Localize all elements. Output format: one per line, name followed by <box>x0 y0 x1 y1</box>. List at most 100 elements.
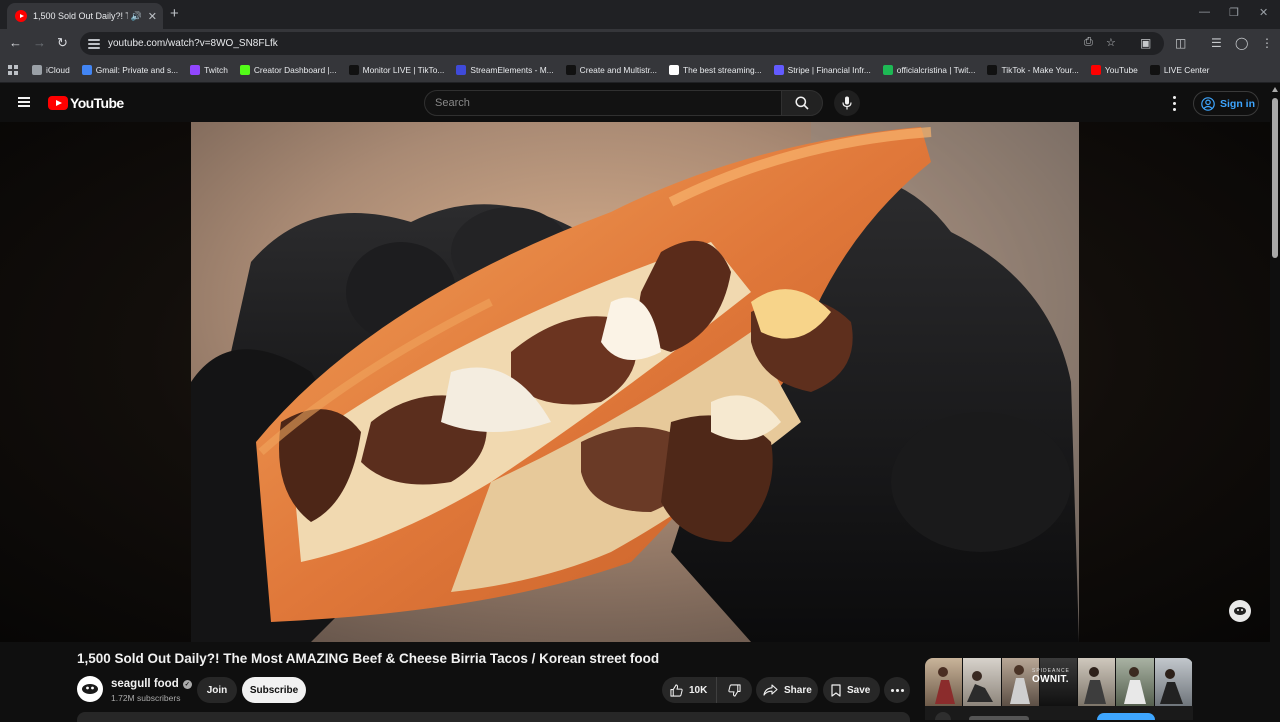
bookmark-item[interactable]: Gmail: Private and s... <box>81 65 178 75</box>
search-button[interactable] <box>781 90 823 116</box>
profile-icon[interactable]: ◯ <box>1235 36 1248 50</box>
like-button[interactable]: 10K <box>662 677 717 703</box>
companion-ad[interactable]: SPIDEANCE OWNIT. <box>925 658 1193 720</box>
share-button[interactable]: Share <box>756 677 818 703</box>
bookmark-item[interactable]: Creator Dashboard |... <box>239 65 337 75</box>
apple-icon <box>32 65 42 75</box>
site-info-icon[interactable] <box>88 38 100 49</box>
browser-tab-strip: 1,500 Sold Out Daily?! The M 🔊 ✕ + — ❐ ✕ <box>0 0 1280 29</box>
cast-icon[interactable]: ◫ <box>1175 36 1186 50</box>
address-bar[interactable]: youtube.com/watch?v=8WO_SN8FLfk <box>80 32 1164 55</box>
voice-search-button[interactable] <box>834 90 860 116</box>
apps-grid-icon[interactable] <box>8 65 18 75</box>
bookmark-item[interactable]: officialcristina | Twit... <box>882 65 976 75</box>
scroll-up-icon[interactable] <box>1272 87 1278 92</box>
bookmark-label: Twitch <box>204 65 228 75</box>
bookmarks-bar: iCloud Gmail: Private and s... Twitch Creat… <box>0 58 1280 83</box>
bookmark-label: Create and Multistr... <box>579 65 657 75</box>
extensions-icon[interactable]: ▣ <box>1140 36 1151 50</box>
forward-icon[interactable]: → <box>33 35 46 50</box>
bookmark-label: Monitor LIVE | TikTo... <box>362 65 445 75</box>
bookmark-item[interactable]: Create and Multistr... <box>565 65 657 75</box>
search-icon <box>795 96 809 110</box>
browser-tab[interactable]: 1,500 Sold Out Daily?! The M 🔊 ✕ <box>7 3 163 29</box>
minimize-icon[interactable]: — <box>1199 6 1210 18</box>
subscribe-button[interactable]: Subscribe <box>242 677 306 703</box>
bookmark-item[interactable]: Monitor LIVE | TikTo... <box>348 65 445 75</box>
browser-toolbar: ← → ↻ youtube.com/watch?v=8WO_SN8FLfk ⎙ … <box>0 29 1280 58</box>
guide-menu-icon[interactable] <box>18 97 30 107</box>
join-button[interactable]: Join <box>197 677 237 703</box>
advertiser-name-placeholder <box>969 716 1029 720</box>
ad-image-tile <box>1078 658 1117 706</box>
tab-title: 1,500 Sold Out Daily?! The M <box>33 11 128 21</box>
video-frame[interactable] <box>191 122 1079 642</box>
channel-avatar[interactable] <box>77 676 103 702</box>
ad-image-tile <box>1116 658 1155 706</box>
search-input[interactable] <box>435 97 755 109</box>
bookmark-label: TikTok - Make Your... <box>1001 65 1079 75</box>
dislike-button[interactable] <box>717 683 752 697</box>
description-box[interactable] <box>77 712 910 722</box>
save-label: Save <box>847 684 871 696</box>
advertiser-avatar[interactable] <box>935 712 951 720</box>
sign-in-button[interactable]: Sign in <box>1193 91 1259 116</box>
chrome-menu-icon[interactable]: ⋮ <box>1261 36 1273 50</box>
media-controls-icon[interactable]: ☰ <box>1211 36 1222 50</box>
video-thumbnail-tacos-image <box>191 122 1079 642</box>
search-box <box>424 90 782 116</box>
install-app-icon[interactable]: ⎙ <box>1084 36 1093 49</box>
video-player[interactable] <box>0 122 1270 642</box>
ad-brand-name: OWNIT. <box>1032 674 1069 685</box>
bookmark-star-icon[interactable]: ☆ <box>1106 36 1116 49</box>
twitch-green-icon <box>882 65 893 75</box>
youtube-icon <box>1090 65 1101 75</box>
bookmark-item[interactable]: iCloud <box>32 65 70 75</box>
stripe-icon <box>773 65 784 75</box>
bookmark-item[interactable]: LIVE Center <box>1149 65 1210 75</box>
youtube-logo[interactable]: YouTube <box>48 95 124 111</box>
speaker-icon[interactable]: 🔊 <box>131 11 142 22</box>
bookmark-label: LIVE Center <box>1163 65 1210 75</box>
bookmark-item[interactable]: The best streaming... <box>668 65 762 75</box>
streamelements-icon <box>456 65 467 75</box>
youtube-favicon-icon <box>15 10 27 22</box>
diamond-icon <box>668 65 679 75</box>
ad-image-tile <box>1154 658 1193 706</box>
bookmark-item[interactable]: YouTube <box>1090 65 1138 75</box>
bookmark-item[interactable]: Twitch <box>190 65 228 75</box>
channel-name-link[interactable]: seagull food ✓ <box>111 678 192 690</box>
save-button[interactable]: Save <box>823 677 880 703</box>
bookmark-label: StreamElements - M... <box>470 65 554 75</box>
video-title: 1,500 Sold Out Daily?! The Most AMAZING … <box>77 651 660 666</box>
page-scrollbar[interactable] <box>1270 84 1280 720</box>
bookmark-item[interactable]: TikTok - Make Your... <box>987 65 1079 75</box>
more-dot <box>890 688 894 692</box>
url-text[interactable]: youtube.com/watch?v=8WO_SN8FLfk <box>108 38 278 49</box>
bookmark-label: officialcristina | Twit... <box>896 65 976 75</box>
verified-badge-icon: ✓ <box>182 679 192 689</box>
like-dislike-group: 10K <box>662 677 752 703</box>
more-dot <box>900 688 904 692</box>
bookmark-item[interactable]: StreamElements - M... <box>456 65 554 75</box>
bookmark-item[interactable]: Stripe | Financial Infr... <box>773 65 871 75</box>
bookmark-label: iCloud <box>46 65 70 75</box>
youtube-play-logo-icon <box>48 96 68 110</box>
restore-icon[interactable]: ❐ <box>1229 6 1239 19</box>
scrollbar-thumb[interactable] <box>1272 98 1278 258</box>
channel-watermark-icon[interactable] <box>1229 600 1251 622</box>
channel-name[interactable]: seagull food <box>111 678 179 690</box>
settings-kebab-icon[interactable] <box>1168 94 1180 112</box>
close-tab-icon[interactable]: ✕ <box>148 10 157 23</box>
reload-icon[interactable]: ↻ <box>57 35 68 51</box>
kick-icon <box>239 65 250 75</box>
new-tab-icon[interactable]: + <box>170 5 179 22</box>
bookmark-save-icon <box>831 683 841 697</box>
close-window-icon[interactable]: ✕ <box>1259 6 1268 19</box>
more-dot <box>895 688 899 692</box>
ad-cta-button[interactable] <box>1097 713 1155 720</box>
more-actions-button[interactable] <box>884 677 910 703</box>
microphone-icon <box>842 96 852 110</box>
youtube-masthead: YouTube Sign in <box>0 84 1280 122</box>
back-icon[interactable]: ← <box>9 35 22 50</box>
